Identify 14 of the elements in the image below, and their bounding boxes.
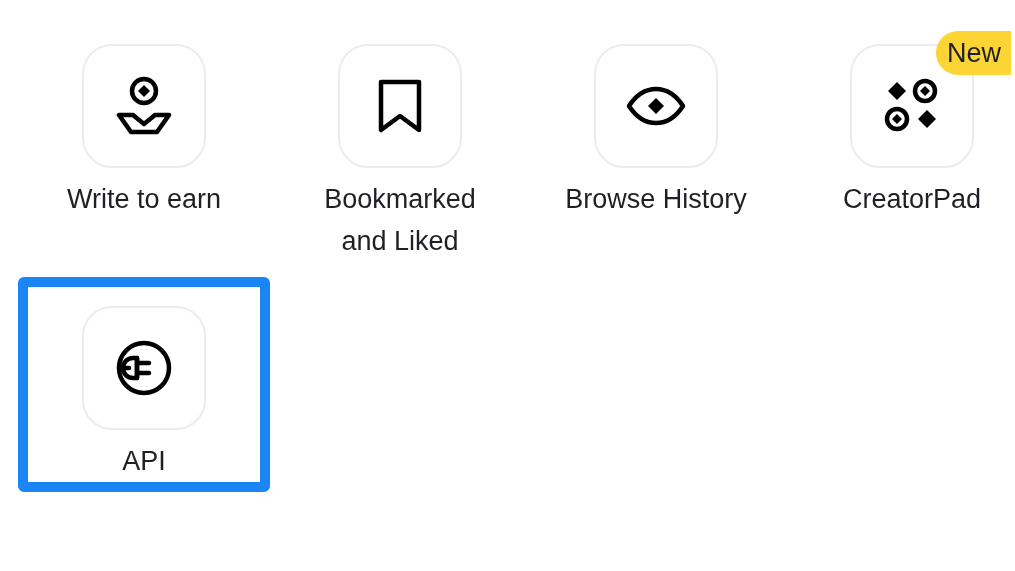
- tile-label: Write to earn: [66, 183, 222, 216]
- tile-label: CreatorPad: [842, 183, 982, 216]
- tile-button[interactable]: [338, 44, 462, 168]
- tile-label: API: [122, 445, 166, 478]
- tile-button[interactable]: [82, 306, 206, 430]
- plug-icon: [115, 339, 173, 397]
- eye-icon: [626, 86, 686, 126]
- tile-label: Browse History: [565, 183, 747, 216]
- new-badge: New: [936, 31, 1011, 75]
- tile-button[interactable]: [82, 44, 206, 168]
- coin-hands-icon: [116, 76, 172, 136]
- tile-label: Bookmarked and Liked: [324, 183, 476, 258]
- bookmark-icon: [377, 78, 423, 134]
- tile-button[interactable]: [594, 44, 718, 168]
